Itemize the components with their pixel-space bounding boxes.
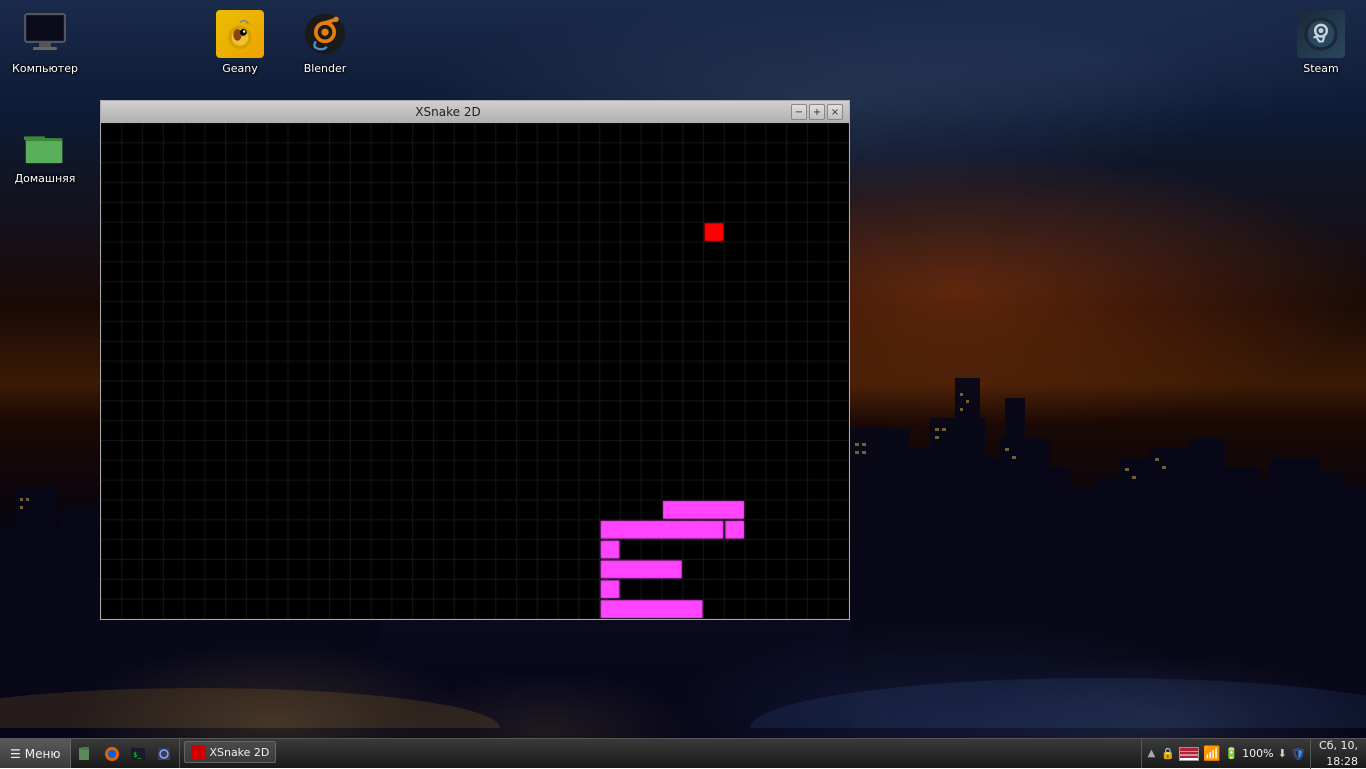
game-canvas[interactable]: [101, 123, 849, 619]
xsnake-title: XSnake 2D: [107, 105, 789, 119]
desktop-icon-home[interactable]: Домашняя: [10, 120, 80, 186]
shield-icon[interactable]: 🛡: [1291, 747, 1306, 761]
desktop-icon-geany[interactable]: Geany: [205, 10, 275, 76]
desktop-icon-blender[interactable]: Blender: [290, 10, 360, 76]
svg-text:$_: $_: [133, 751, 141, 759]
xsnake-taskbar-label: XSnake 2D: [209, 746, 269, 759]
taskbar-windows: XSnake 2D: [180, 739, 1140, 768]
xsnake-taskbar-icon: [191, 745, 205, 759]
menu-label: Меню: [25, 747, 61, 761]
computer-icon-label: Компьютер: [12, 62, 78, 76]
game-grid: [101, 123, 849, 619]
clock-day: Сб, 10,: [1319, 738, 1358, 753]
quick-launch-extra[interactable]: [152, 742, 176, 766]
xsnake-window: XSnake 2D − + ×: [100, 100, 850, 620]
close-button[interactable]: ×: [827, 104, 843, 120]
battery-percent: 100%: [1242, 747, 1273, 760]
geany-icon-label: Geany: [222, 62, 258, 76]
steam-icon-label: Steam: [1303, 62, 1339, 76]
quick-launch-firefox[interactable]: [100, 742, 124, 766]
quick-launch: $_: [71, 739, 180, 768]
taskbar-xsnake-button[interactable]: XSnake 2D: [184, 741, 276, 763]
clock-time: 18:28: [1319, 754, 1358, 769]
lock-icon[interactable]: 🔒: [1161, 747, 1175, 760]
keyboard-layout-flag[interactable]: [1179, 747, 1199, 761]
maximize-button[interactable]: +: [809, 104, 825, 120]
quick-launch-files[interactable]: [74, 742, 98, 766]
taskbar-menu-button[interactable]: Меню: [0, 739, 71, 768]
steam-icon: [1297, 10, 1345, 58]
home-folder-icon: [21, 120, 69, 168]
blender-icon-label: Blender: [304, 62, 347, 76]
computer-icon: [21, 10, 69, 58]
minimize-button[interactable]: −: [791, 104, 807, 120]
quick-launch-terminal[interactable]: $_: [126, 742, 150, 766]
xsnake-titlebar[interactable]: XSnake 2D − + ×: [101, 101, 849, 123]
systray-arrow[interactable]: ▲: [1146, 748, 1158, 759]
desktop-icon-steam[interactable]: Steam: [1286, 10, 1356, 76]
taskbar: Меню $_: [0, 738, 1366, 768]
wifi-icon[interactable]: 📶: [1203, 746, 1220, 762]
battery-icon[interactable]: 🔋: [1224, 747, 1238, 760]
geany-icon: [216, 10, 264, 58]
home-icon-label: Домашняя: [15, 172, 76, 186]
download-icon[interactable]: ⬇: [1278, 747, 1287, 760]
systray: ▲ 🔒 📶 🔋 100% ⬇ 🛡: [1141, 739, 1310, 768]
blender-icon: [301, 10, 349, 58]
taskbar-clock[interactable]: Сб, 10, 18:28: [1310, 738, 1366, 769]
desktop-icon-computer[interactable]: Компьютер: [10, 10, 80, 76]
